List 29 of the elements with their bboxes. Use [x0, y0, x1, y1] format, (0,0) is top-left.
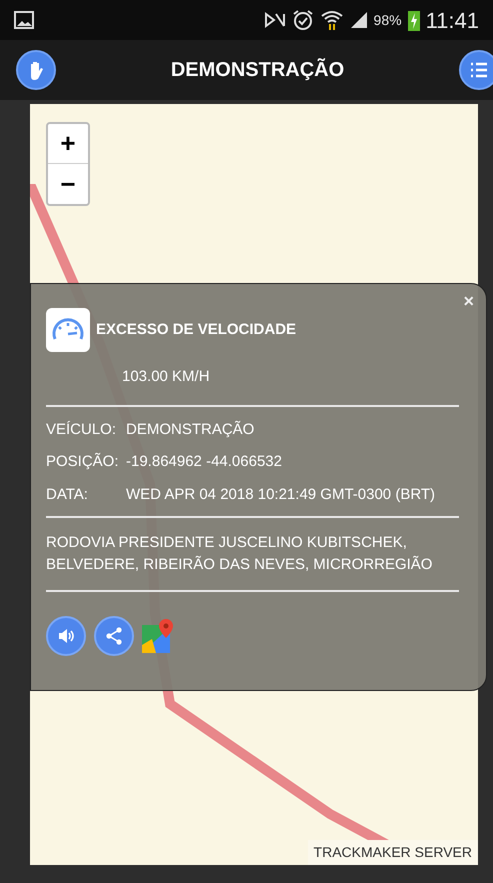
share-button[interactable] [94, 616, 134, 656]
speaker-icon [56, 626, 76, 646]
share-icon [104, 626, 124, 646]
detail-label: DATA: [46, 484, 89, 504]
battery-percent: 98% [374, 10, 402, 30]
speedometer-icon [46, 308, 90, 352]
detail-value: DEMONSTRAÇÃO [126, 420, 254, 440]
alarm-icon [292, 9, 314, 31]
zoom-in-button[interactable]: + [48, 124, 88, 164]
alert-title: EXCESSO DE VELOCIDADE [96, 320, 296, 340]
hand-button[interactable] [16, 50, 56, 90]
wifi-icon [320, 9, 344, 31]
clock-time: 11:41 [426, 6, 479, 34]
zoom-out-button[interactable]: − [48, 164, 88, 204]
speaker-button[interactable] [46, 616, 86, 656]
detail-label: POSIÇÃO: [46, 452, 120, 472]
page-title: DEMONSTRAÇÃO [170, 57, 344, 83]
signal-icon [350, 11, 368, 29]
map-attribution: TRACKMAKER SERVER [308, 840, 478, 865]
list-icon [470, 62, 488, 78]
detail-value: -19.864962 -44.066532 [126, 452, 282, 472]
speed-value: 103.00 KM/H [122, 367, 211, 387]
battery-charging-icon [408, 9, 420, 31]
detail-label: VEÍCULO: [46, 420, 118, 440]
map-pin-icon[interactable] [142, 619, 174, 653]
detail-value: WED APR 04 2018 10:21:49 GMT-0300 (BRT) [126, 484, 436, 505]
list-button[interactable] [459, 50, 493, 90]
image-icon [14, 11, 34, 29]
address-text: RODOVIA PRESIDENTE JUSCELINO KUBITSCHEK, BELVEDERE, RIBEIRÃO DAS NEVES, MICRORREGIÃO [46, 533, 434, 575]
